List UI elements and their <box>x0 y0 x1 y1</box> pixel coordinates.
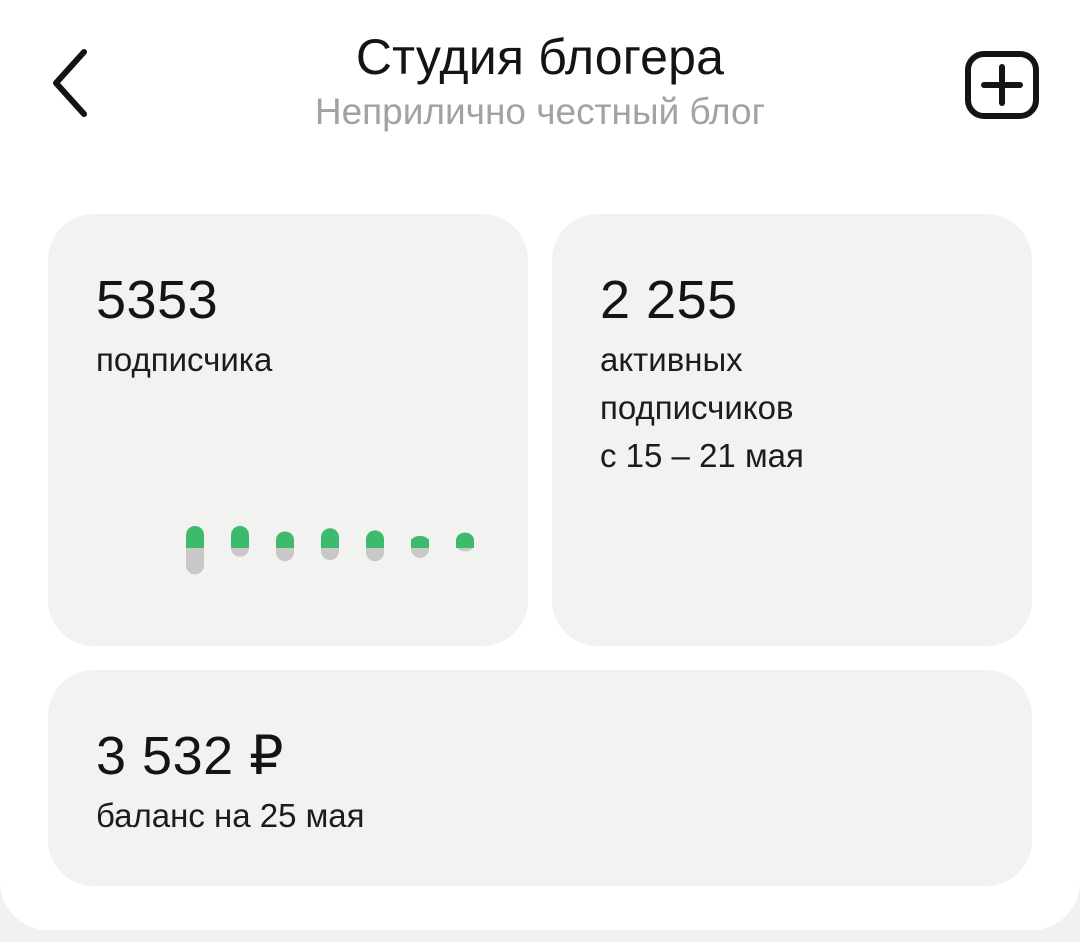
subscribers-count: 5353 <box>96 270 219 330</box>
active-subscribers-card[interactable]: 2 255 активных подписчиков с 15 – 21 мая <box>552 214 1032 646</box>
subscribers-label: подписчика <box>96 341 273 378</box>
subscribers-card[interactable]: 5353 подписчика <box>48 214 528 646</box>
mini-chart-bar-gain-base <box>321 539 339 548</box>
mini-chart-bar <box>276 531 294 562</box>
chevron-left-icon <box>53 49 87 117</box>
add-button[interactable] <box>964 50 1040 120</box>
mini-chart-bar-gain-base <box>366 539 384 548</box>
mini-chart-bar <box>186 526 204 575</box>
back-button[interactable] <box>40 38 104 128</box>
mini-chart-bar <box>411 535 429 558</box>
mini-chart-bar-gain-base <box>186 539 204 548</box>
plus-square-icon <box>965 51 1039 119</box>
page-title: Студия блогера <box>355 29 725 85</box>
mini-chart-bar <box>366 530 384 562</box>
blog-name: Неприлично честный блог <box>314 91 766 132</box>
mini-chart-bar <box>321 528 339 561</box>
studio-sheet: Студия блогера Неприлично честный блог 5… <box>0 0 1080 930</box>
subscribers-mini-chart <box>186 526 474 575</box>
active-label-line-2: подписчиков <box>600 389 794 426</box>
mini-chart-bar-gain-base <box>456 539 474 548</box>
active-subscribers-count: 2 255 <box>600 270 738 330</box>
title-block: Студия блогера Неприлично честный блог <box>180 24 900 136</box>
active-label-line-1: активных <box>600 341 743 378</box>
balance-label: баланс на 25 мая <box>96 797 365 834</box>
mini-chart-bar-gain-base <box>231 539 249 548</box>
mini-chart-bar <box>231 526 249 557</box>
active-period: с 15 – 21 мая <box>600 437 804 474</box>
balance-amount: 3 532 ₽ <box>96 726 284 786</box>
mini-chart-bar <box>456 532 474 552</box>
mini-chart-bar-gain-base <box>411 539 429 548</box>
header: Студия блогера Неприлично честный блог <box>0 0 1080 160</box>
mini-chart-bar-gain-base <box>276 539 294 548</box>
balance-card[interactable]: 3 532 ₽ баланс на 25 мая <box>48 670 1032 886</box>
